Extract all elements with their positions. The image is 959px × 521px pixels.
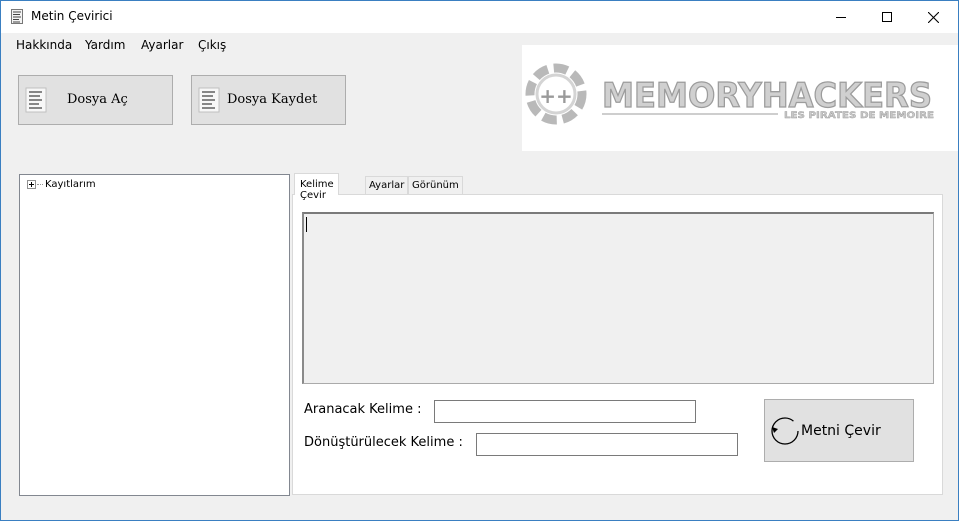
document-icon [198,87,220,113]
menu-ayarlar[interactable]: Ayarlar [141,38,183,52]
close-icon [927,11,939,23]
refresh-icon [771,417,799,445]
main-window: Metin Çevirici Hakkında Yardım Ayarlar Ç… [0,0,959,521]
menu-cikis[interactable]: Çıkış [198,38,226,52]
logo-wordmark: MEMORYHACKERS LES PIRATES DE MEMOIRE [602,75,934,121]
window-title: Metin Çevirici [31,9,113,23]
text-editor[interactable] [302,212,934,384]
tree-node-label: Kayıtlarım [45,179,96,190]
document-icon [11,9,23,24]
document-icon [25,87,47,113]
open-file-button[interactable]: Dosya Aç [18,75,173,125]
tree-line [37,184,43,185]
search-input[interactable] [434,400,696,423]
save-file-label: Dosya Kaydet [227,92,318,107]
text-caret [306,217,307,232]
logo-badge: ++ [539,84,573,108]
logo-subtitle: LES PIRATES DE MEMOIRE [784,111,934,121]
tab-label: Görünüm [412,180,459,191]
open-file-label: Dosya Aç [67,92,128,107]
title-bar: Metin Çevirici [1,1,958,33]
tab-ayarlar[interactable]: Ayarlar [365,176,409,195]
tab-gorunum[interactable]: Görünüm [408,176,463,195]
tab-kelime-cevir[interactable]: Kelime Çevir [294,173,339,201]
tree-node-kayitlarim[interactable]: Kayıtlarım [27,179,96,190]
minimize-button[interactable] [818,1,864,33]
records-tree[interactable]: Kayıtlarım [19,174,290,496]
logo-text: MEMORYHACKERS [602,76,932,116]
save-file-button[interactable]: Dosya Kaydet [191,75,346,125]
close-button[interactable] [910,1,956,33]
maximize-button[interactable] [864,1,910,33]
replace-input[interactable] [476,433,738,456]
search-label: Aranacak Kelime : [304,402,422,417]
expand-plus-icon[interactable] [27,180,36,189]
maximize-icon [882,12,892,22]
gear-logo-icon: ++ [525,63,587,125]
replace-label: Dönüştürülecek Kelime : [304,435,463,450]
convert-label: Metni Çevir [801,423,881,439]
minimize-icon [836,17,846,18]
logo-banner: ++ MEMORYHACKERS LES PIRATES DE MEMOIRE [522,45,958,151]
convert-button[interactable]: Metni Çevir [764,399,914,462]
tab-label: Ayarlar [369,180,405,191]
menu-hakkinda[interactable]: Hakkında [16,38,72,52]
menu-yardim[interactable]: Yardım [85,38,125,52]
